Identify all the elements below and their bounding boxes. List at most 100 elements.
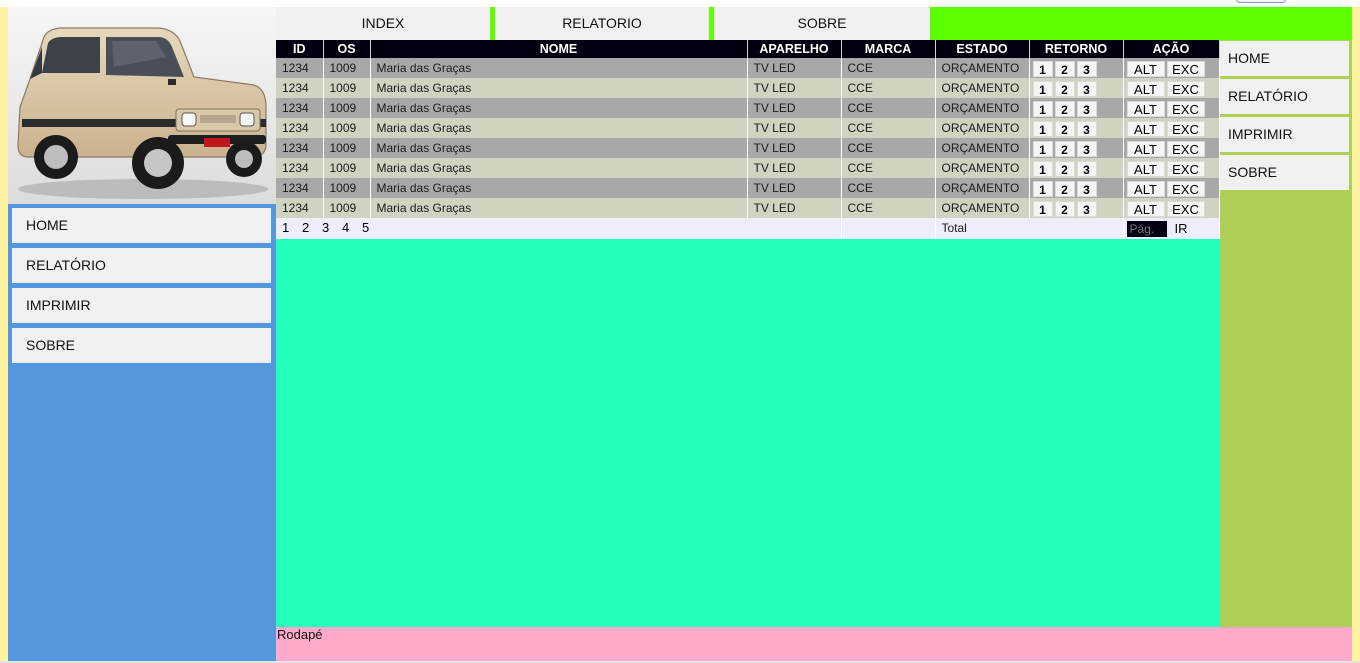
page-link-5[interactable]: 5 (362, 218, 382, 238)
header-os[interactable]: OS (323, 40, 371, 58)
retorno-button-1[interactable]: 1 (1032, 80, 1053, 97)
exc-button[interactable]: EXC (1166, 180, 1205, 197)
cell-aparelho: TV LED (747, 98, 842, 118)
tab-index[interactable]: INDEX (276, 7, 490, 40)
table-row[interactable]: 1234 1009 Maria das Graças TV LED CCE ORÇAMEN… (276, 138, 1220, 158)
retorno-button-1[interactable]: 1 (1032, 60, 1053, 77)
page-number-input[interactable] (1126, 220, 1167, 237)
alt-button[interactable]: ALT (1126, 100, 1165, 117)
retorno-button-3[interactable]: 3 (1076, 160, 1097, 177)
retorno-button-1[interactable]: 1 (1032, 160, 1053, 177)
page-link-4[interactable]: 4 (342, 218, 362, 238)
header-nome[interactable]: NOME (370, 40, 748, 58)
logo-image (8, 7, 276, 204)
scroll-indicator[interactable] (1236, 0, 1286, 3)
cell-os: 1009 (323, 58, 371, 78)
left-menu-home[interactable]: HOME (12, 208, 271, 243)
cell-marca: CCE (841, 98, 936, 118)
tab-relatorio[interactable]: RELATORIO (495, 7, 709, 40)
right-menu-imprimir[interactable]: IMPRIMIR (1220, 117, 1349, 152)
retorno-button-3[interactable]: 3 (1076, 180, 1097, 197)
left-menu-imprimir[interactable]: IMPRIMIR (12, 288, 271, 323)
car-logo-icon (8, 7, 276, 204)
top-nav: INDEX RELATORIO SOBRE (276, 7, 1352, 40)
alt-button[interactable]: ALT (1126, 120, 1165, 137)
retorno-button-2[interactable]: 2 (1054, 180, 1075, 197)
cell-os: 1009 (323, 78, 371, 98)
page-link-1[interactable]: 1 (282, 218, 302, 238)
left-menu-sobre[interactable]: SOBRE (12, 328, 271, 363)
cell-nome: Maria das Graças (370, 118, 748, 138)
table-row[interactable]: 1234 1009 Maria das Graças TV LED CCE ORÇAMEN… (276, 78, 1220, 98)
exc-button[interactable]: EXC (1166, 100, 1205, 117)
right-menu-sobre[interactable]: SOBRE (1220, 155, 1349, 190)
retorno-button-1[interactable]: 1 (1032, 120, 1053, 137)
header-id[interactable]: ID (276, 40, 324, 58)
cell-acao: ALT EXC (1123, 98, 1220, 118)
cell-marca: CCE (841, 178, 936, 198)
table-row[interactable]: 1234 1009 Maria das Graças TV LED CCE ORÇAMEN… (276, 178, 1220, 198)
table-row[interactable]: 1234 1009 Maria das Graças TV LED CCE ORÇAMEN… (276, 58, 1220, 78)
exc-button[interactable]: EXC (1166, 200, 1205, 217)
cell-nome: Maria das Graças (370, 78, 748, 98)
cell-nome: Maria das Graças (370, 158, 748, 178)
retorno-button-1[interactable]: 1 (1032, 200, 1053, 217)
cell-nome: Maria das Graças (370, 98, 748, 118)
cell-aparelho: TV LED (747, 78, 842, 98)
retorno-button-1[interactable]: 1 (1032, 140, 1053, 157)
table-row[interactable]: 1234 1009 Maria das Graças TV LED CCE ORÇAMEN… (276, 158, 1220, 178)
table-row[interactable]: 1234 1009 Maria das Graças TV LED CCE ORÇAMEN… (276, 98, 1220, 118)
header-aparelho[interactable]: APARELHO (747, 40, 842, 58)
exc-button[interactable]: EXC (1166, 160, 1205, 177)
left-menu-relatorio[interactable]: RELATÓRIO (12, 248, 271, 283)
exc-button[interactable]: EXC (1166, 60, 1205, 77)
header-estado[interactable]: ESTADO (935, 40, 1030, 58)
retorno-button-1[interactable]: 1 (1032, 180, 1053, 197)
alt-button[interactable]: ALT (1126, 60, 1165, 77)
retorno-button-3[interactable]: 3 (1076, 60, 1097, 77)
table-row[interactable]: 1234 1009 Maria das Graças TV LED CCE ORÇAMEN… (276, 198, 1220, 218)
table-footer-row: 12345 Total IR (276, 218, 1220, 239)
retorno-button-2[interactable]: 2 (1054, 120, 1075, 137)
retorno-button-3[interactable]: 3 (1076, 140, 1097, 157)
page-link-3[interactable]: 3 (322, 218, 342, 238)
header-retorno[interactable]: RETORNO (1029, 40, 1124, 58)
retorno-button-3[interactable]: 3 (1076, 120, 1097, 137)
go-button[interactable]: IR (1175, 219, 1188, 239)
exc-button[interactable]: EXC (1166, 80, 1205, 97)
page-top-edge (0, 0, 1360, 7)
header-marca[interactable]: MARCA (841, 40, 936, 58)
alt-button[interactable]: ALT (1126, 200, 1165, 217)
table-row[interactable]: 1234 1009 Maria das Graças TV LED CCE ORÇAMEN… (276, 118, 1220, 138)
cell-retorno: 123 (1029, 98, 1124, 118)
cell-os: 1009 (323, 198, 371, 218)
retorno-button-3[interactable]: 3 (1076, 100, 1097, 117)
cell-retorno: 123 (1029, 78, 1124, 98)
retorno-button-3[interactable]: 3 (1076, 200, 1097, 217)
retorno-button-2[interactable]: 2 (1054, 160, 1075, 177)
retorno-button-2[interactable]: 2 (1054, 80, 1075, 97)
main-content: ID OS NOME APARELHO MARCA ESTADO RETORNO… (276, 40, 1220, 627)
retorno-button-2[interactable]: 2 (1054, 140, 1075, 157)
retorno-button-3[interactable]: 3 (1076, 80, 1097, 97)
cell-id: 1234 (276, 178, 324, 198)
tab-sobre[interactable]: SOBRE (714, 7, 930, 40)
left-sidebar: HOME RELATÓRIO IMPRIMIR SOBRE (8, 7, 276, 661)
retorno-button-2[interactable]: 2 (1054, 100, 1075, 117)
cell-nome: Maria das Graças (370, 138, 748, 158)
alt-button[interactable]: ALT (1126, 140, 1165, 157)
total-label: Total (935, 218, 1124, 239)
exc-button[interactable]: EXC (1166, 120, 1205, 137)
retorno-button-2[interactable]: 2 (1054, 200, 1075, 217)
right-menu-home[interactable]: HOME (1220, 41, 1349, 76)
page-link-2[interactable]: 2 (302, 218, 322, 238)
alt-button[interactable]: ALT (1126, 160, 1165, 177)
alt-button[interactable]: ALT (1126, 180, 1165, 197)
retorno-button-1[interactable]: 1 (1032, 100, 1053, 117)
left-edge-strip (0, 7, 8, 663)
right-menu-relatorio[interactable]: RELATÓRIO (1220, 79, 1349, 114)
alt-button[interactable]: ALT (1126, 80, 1165, 97)
header-acao[interactable]: AÇÃO (1123, 40, 1220, 58)
exc-button[interactable]: EXC (1166, 140, 1205, 157)
retorno-button-2[interactable]: 2 (1054, 60, 1075, 77)
